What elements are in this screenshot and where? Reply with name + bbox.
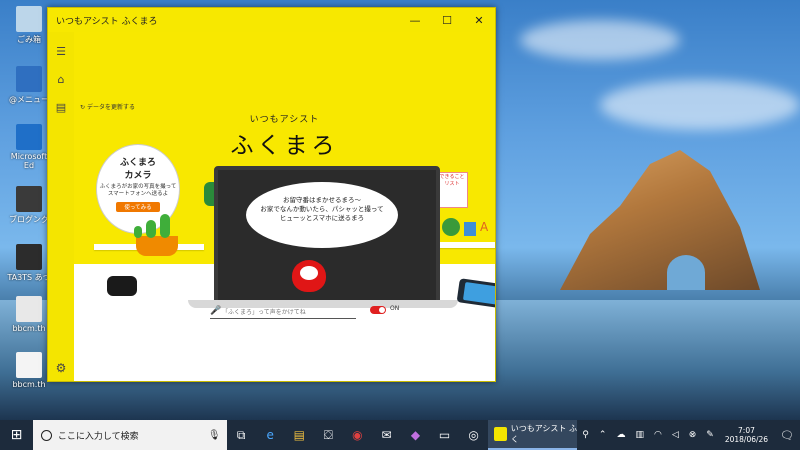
clock[interactable]: 7:07 2018/06/26	[725, 426, 768, 444]
edge-icon	[16, 124, 42, 150]
desktop-icon-video1[interactable]: ブログング	[6, 186, 52, 225]
camera-title-2: カメラ	[124, 171, 152, 181]
close-button[interactable]: ✕	[463, 8, 495, 32]
desktop-icon-video2[interactable]: TA3TS あつ	[6, 244, 52, 283]
start-button[interactable]: ⊞	[0, 420, 33, 450]
pen-icon[interactable]: ✎	[706, 430, 714, 440]
edge-taskbar-icon[interactable]: e	[256, 420, 285, 450]
app-window: いつもアシスト ふくまろ — ☐ ✕ ☰ ⌂ ▤ ⚙ ↻ データを更新する いつ…	[47, 7, 496, 382]
app-subtitle: いつもアシスト	[249, 115, 320, 125]
desktop-icon-file1[interactable]: bbcm.th	[6, 296, 52, 333]
chat-icon[interactable]: ▤	[48, 96, 74, 118]
minimize-button[interactable]: —	[399, 8, 431, 32]
film-icon	[16, 186, 42, 212]
cactus-icon[interactable]	[146, 220, 156, 238]
media-icon[interactable]: ◎	[459, 420, 488, 450]
explorer-icon[interactable]: ▤	[285, 420, 314, 450]
voice-toggle-label: ON	[390, 305, 400, 312]
voice-input-bar[interactable]: 🎤 「ふくまろ」って声をかけてね	[210, 304, 356, 319]
try-camera-button[interactable]: 使ってみる	[116, 202, 160, 213]
mail-icon[interactable]: ✉	[372, 420, 401, 450]
camera-title-1: ふくまろ	[119, 158, 156, 168]
fukumaro-app-icon	[494, 427, 507, 441]
cloud-icon[interactable]: ☁	[616, 430, 625, 440]
film-icon	[16, 244, 42, 270]
main-content: ↻ データを更新する いつもアシスト ふくまろ ふくまろ カメラ ふくまろがお家…	[74, 32, 495, 381]
voice-placeholder: 「ふくまろ」って声をかけてね	[222, 308, 306, 316]
toys-icon: A	[440, 216, 495, 240]
microphone-icon[interactable]: 🎙	[208, 430, 221, 441]
search-placeholder: ここに入力して検索	[57, 431, 139, 442]
refresh-link[interactable]: ↻ データを更新する	[80, 102, 135, 111]
desktop-icon-file2[interactable]: bbcm.th	[6, 352, 52, 389]
taskbar: ⊞ ここに入力して検索 🎙 ⧉ e ▤ ⛋ ◉ ✉ ◆ ▭ ◎ いつもアシスト …	[0, 420, 800, 450]
home-icon[interactable]: ⌂	[48, 68, 74, 90]
settings-icon[interactable]: ⚙	[48, 361, 74, 375]
recycle-bin-icon	[16, 6, 42, 32]
store-icon[interactable]: ⛋	[314, 420, 343, 450]
notification-icon[interactable]: 🗨	[774, 429, 800, 442]
maximize-button[interactable]: ☐	[431, 8, 463, 32]
rock-arch	[560, 150, 760, 290]
file-icon	[16, 296, 42, 322]
people-icon[interactable]: ⚲	[582, 430, 589, 440]
hamburger-menu-icon[interactable]: ☰	[48, 40, 74, 62]
chevron-up-icon[interactable]: ⌃	[599, 430, 607, 440]
title-bar[interactable]: いつもアシスト ふくまろ — ☐ ✕	[48, 8, 495, 32]
wifi-icon[interactable]: ◠	[654, 430, 662, 440]
smart-speaker-icon	[107, 276, 137, 296]
plant-pot	[136, 236, 178, 256]
desktop-icon-menu[interactable]: @メニュー	[6, 66, 52, 105]
desktop-icon-edge[interactable]: Microsoft Ed	[6, 124, 52, 170]
system-tray: ⚲ ⌃ ☁ ▥ ◠ ◁ ⊗ ✎ 7:07 2018/06/26 🗨	[577, 426, 800, 444]
volume-icon[interactable]: ◁	[672, 430, 679, 440]
app-red-icon[interactable]: ◉	[343, 420, 372, 450]
search-box[interactable]: ここに入力して検索 🎙	[32, 420, 227, 450]
close-circle-icon[interactable]: ⊗	[689, 430, 697, 440]
fukumaro-daruma-icon[interactable]	[292, 260, 326, 292]
laptop-speech-bubble: お留守番はまかせるまろ〜 お家でなんか動いたら、パシャッと撮って ヒューッとスマ…	[246, 182, 398, 248]
window-title: いつもアシスト ふくまろ	[56, 16, 158, 27]
voice-toggle[interactable]	[370, 306, 386, 314]
microphone-icon[interactable]: 🎤	[210, 306, 222, 316]
search-icon	[40, 429, 52, 441]
sidebar: ☰ ⌂ ▤	[48, 32, 74, 381]
taskbar-active-app[interactable]: いつもアシスト ふく	[488, 420, 578, 450]
window-icon[interactable]: ▭	[430, 420, 459, 450]
task-view-icon[interactable]: ⧉	[227, 420, 256, 450]
at-menu-icon	[16, 66, 42, 92]
paint-icon[interactable]: ◆	[401, 420, 430, 450]
features-book[interactable]: できること リスト	[436, 172, 468, 208]
file-icon	[16, 352, 42, 378]
desktop-icon-recycle-bin[interactable]: ごみ箱	[6, 6, 52, 45]
camera-desc: ふくまろがお家の写真を撮ってスマートフォンへ送るよ	[99, 184, 177, 198]
network-icon[interactable]: ▥	[635, 430, 644, 440]
